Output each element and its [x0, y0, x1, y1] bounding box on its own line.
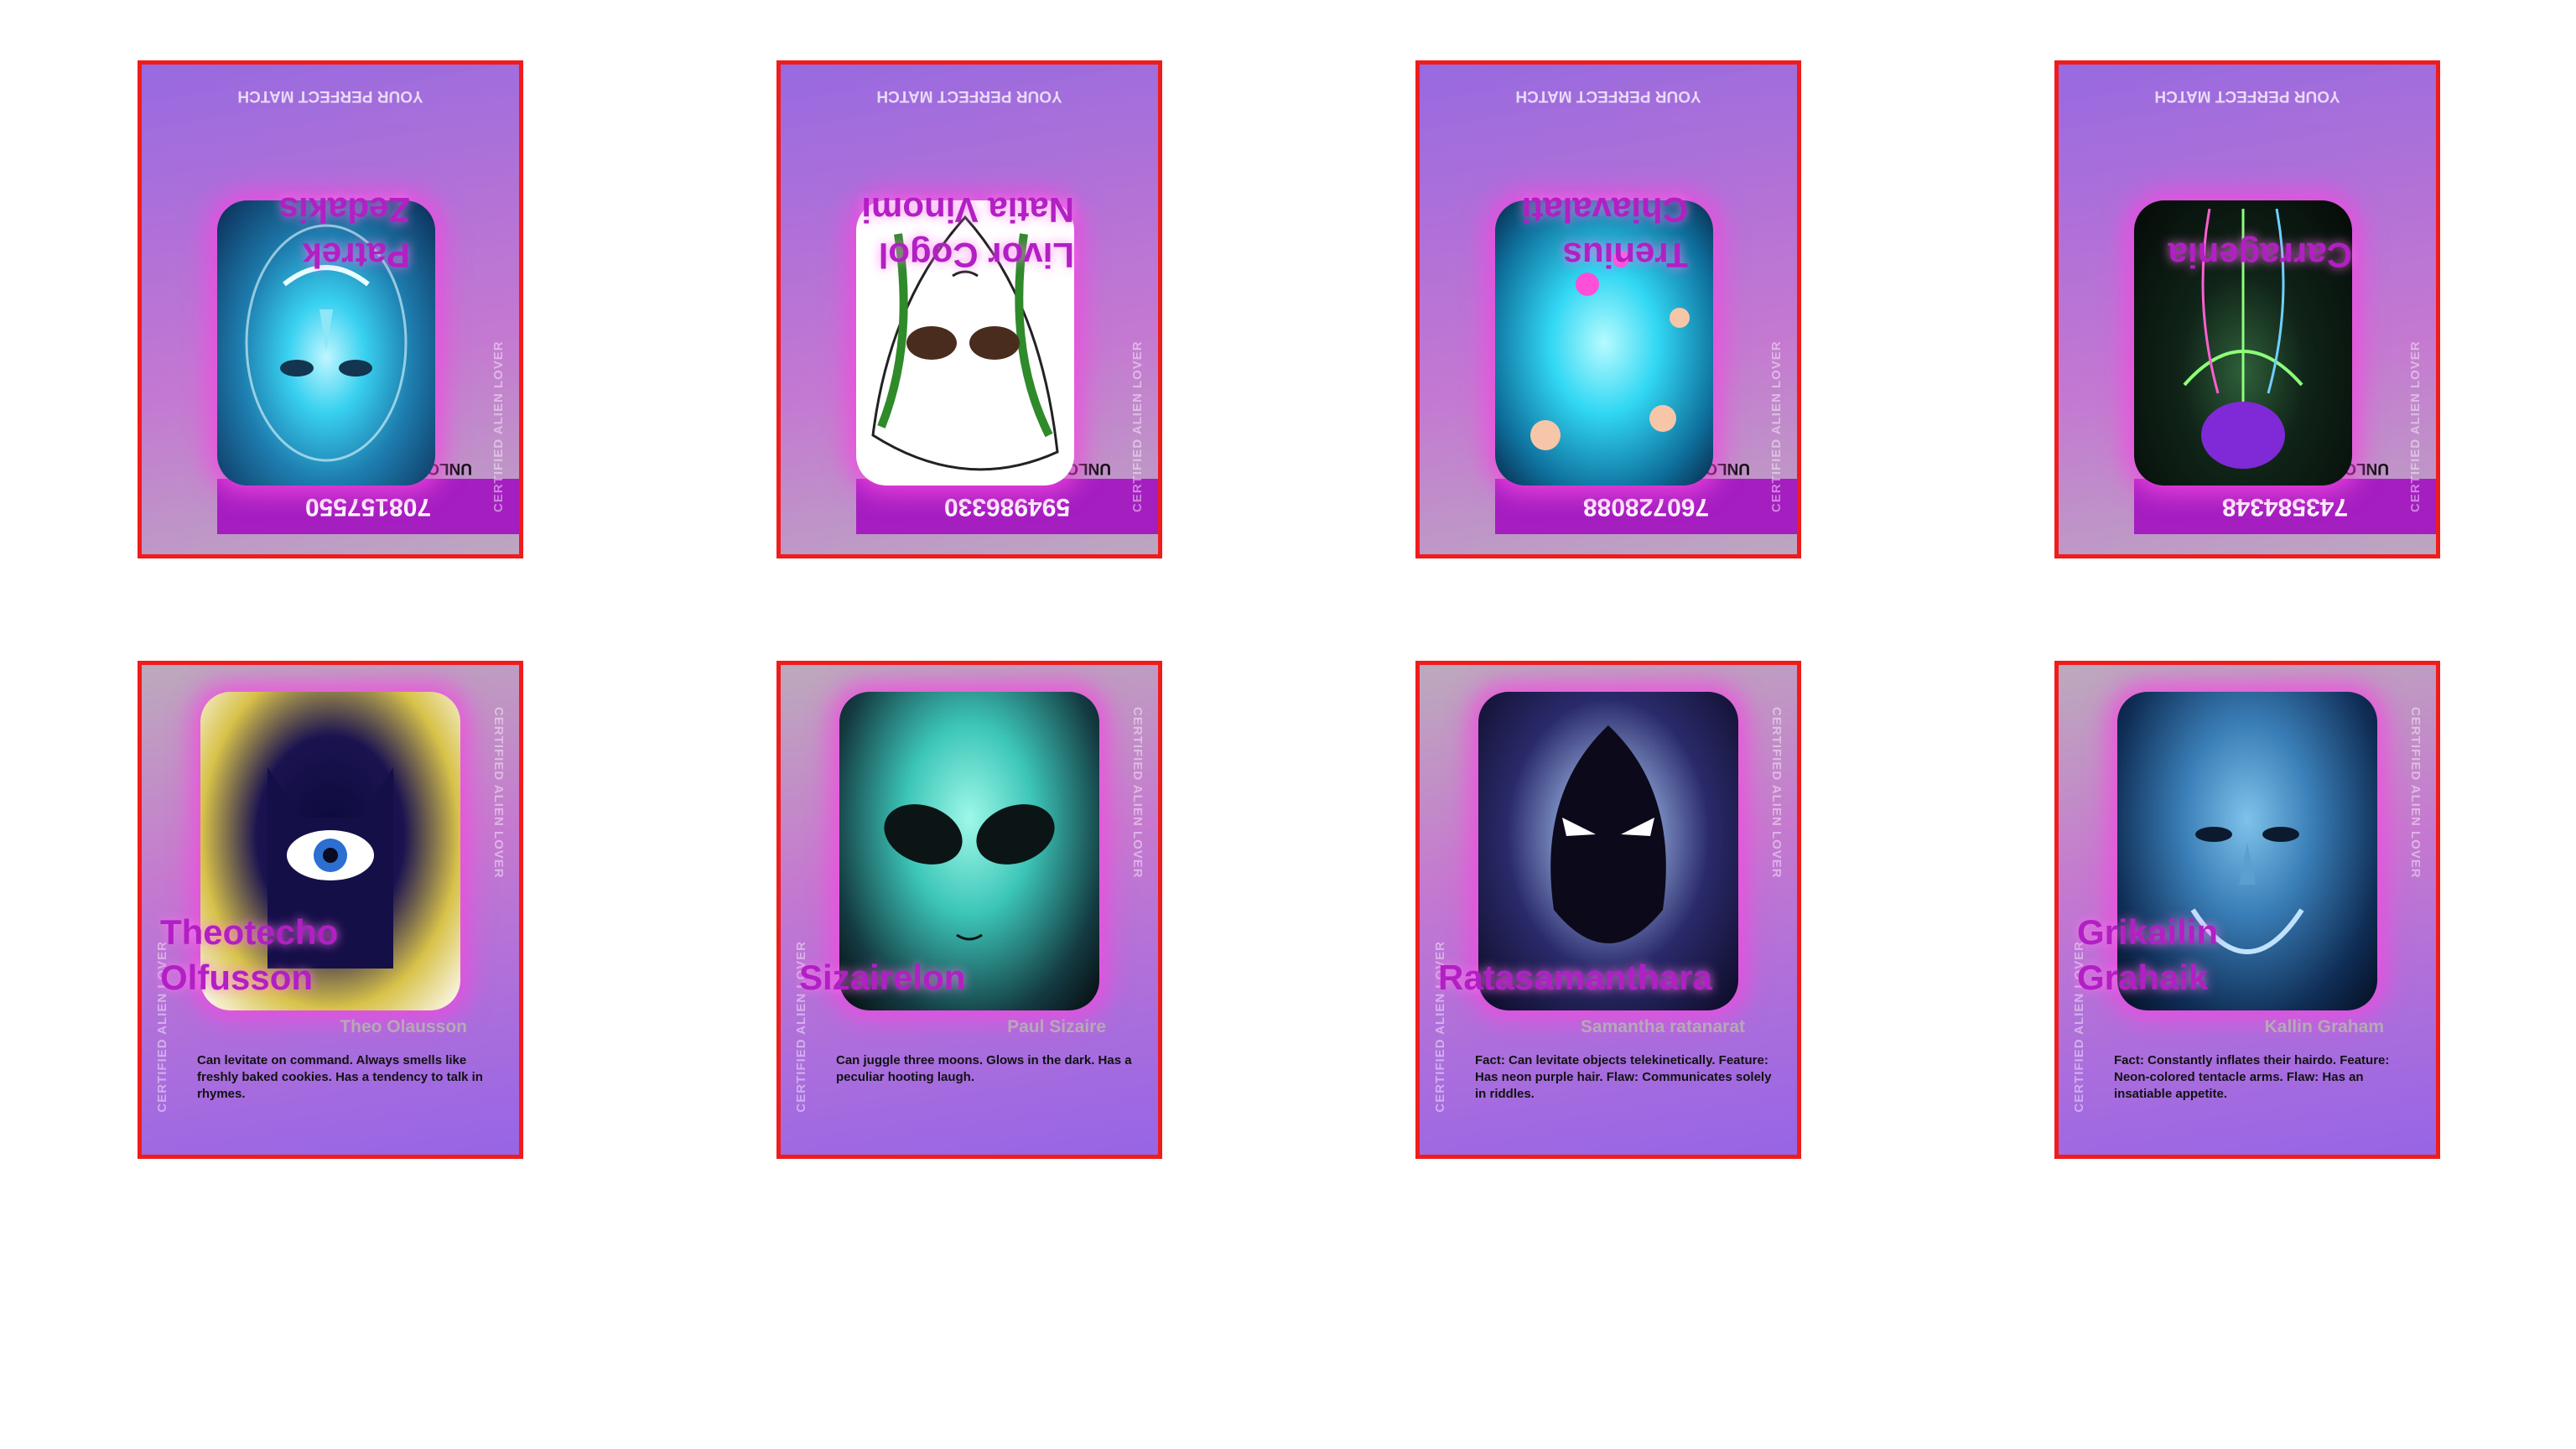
certified-label: CERTIFIED ALIEN LOVER	[491, 340, 506, 512]
card-id-bar: 708157550	[217, 479, 519, 534]
alien-card-back[interactable]: 760728088 UNLOCK YOUR LOVE CERTIFIED ALI…	[1353, 60, 1872, 558]
alien-name: Grikailin Grahaik	[2077, 910, 2218, 1000]
card-front-content: CERTIFIED ALIEN LOVER CERTIFIED ALIEN LO…	[2059, 665, 2436, 1155]
card-back-content: 743584348 UNLOCK YOUR LOVE CERTIFIED ALI…	[2059, 65, 2436, 554]
certified-label: CERTIFIED ALIEN LOVER	[1130, 707, 1145, 879]
card-back-content: 760728088 UNLOCK YOUR LOVE CERTIFIED ALI…	[1420, 65, 1797, 554]
alien-name-line2: Zedakis	[278, 190, 410, 230]
card-id-bar: 760728088	[1495, 479, 1797, 534]
alien-description: Fact: Can levitate objects telekinetical…	[1475, 1053, 1772, 1101]
alien-name-line2: Sizairelon	[799, 958, 966, 997]
alien-name-line2: Grahaik	[2077, 958, 2209, 997]
alien-card-back[interactable]: 594986330 UNLOCK YOUR LOVE CERTIFIED ALI…	[714, 60, 1233, 558]
alien-name: Ratasamanthara	[1438, 955, 1712, 1000]
alien-name-line1: Grikailin	[2077, 912, 2219, 952]
perfect-match-label: YOUR PERFECT MATCH	[876, 87, 1062, 105]
card-gallery: 708157550 UNLOCK YOUR LOVE CERTIFIED ALI…	[0, 0, 2576, 1449]
real-name: Samantha ratanarat	[1580, 1017, 1745, 1036]
perfect-match-label: YOUR PERFECT MATCH	[2154, 87, 2340, 105]
alien-card-back[interactable]: 708157550 UNLOCK YOUR LOVE CERTIFIED ALI…	[75, 60, 595, 558]
alien-name: Livor Cogol Natia Vinomi	[861, 187, 1074, 278]
alien-name: Trenius Chiavalati	[1522, 187, 1688, 278]
alien-description: Fact: Constantly inflates their hairdo. …	[2114, 1053, 2390, 1101]
certified-label: CERTIFIED ALIEN LOVER	[1769, 340, 1784, 512]
alien-name-line2: Carragenia	[2168, 236, 2352, 275]
card-id-bar: 743584348	[2134, 479, 2436, 534]
card-id-bar: 594986330	[856, 479, 1158, 534]
certified-label: CERTIFIED ALIEN LOVER	[491, 707, 506, 879]
alien-description: Can levitate on command. Always smells l…	[197, 1053, 483, 1101]
real-name: Kallin Graham	[2264, 1017, 2384, 1036]
card-back-content: 708157550 UNLOCK YOUR LOVE CERTIFIED ALI…	[142, 65, 519, 554]
certified-label: CERTIFIED ALIEN LOVER	[1769, 707, 1784, 879]
alien-name: Sizairelon	[799, 955, 965, 1000]
alien-name-line2: Chiavalati	[1521, 190, 1688, 230]
alien-card-front[interactable]: CERTIFIED ALIEN LOVER CERTIFIED ALIEN LO…	[714, 661, 1233, 1159]
alien-card-back[interactable]: 743584348 UNLOCK YOUR LOVE CERTIFIED ALI…	[1992, 60, 2511, 558]
real-name: Paul Sizaire	[1007, 1017, 1106, 1036]
card-front-content: CERTIFIED ALIEN LOVER CERTIFIED ALIEN LO…	[1420, 665, 1797, 1155]
card-back-content: 594986330 UNLOCK YOUR LOVE CERTIFIED ALI…	[781, 65, 1158, 554]
alien-card-front[interactable]: CERTIFIED ALIEN LOVER CERTIFIED ALIEN LO…	[1992, 661, 2511, 1159]
alien-card-front[interactable]: CERTIFIED ALIEN LOVER CERTIFIED ALIEN LO…	[75, 661, 595, 1159]
alien-card-front[interactable]: CERTIFIED ALIEN LOVER CERTIFIED ALIEN LO…	[1353, 661, 1872, 1159]
perfect-match-label: YOUR PERFECT MATCH	[237, 87, 423, 105]
card-front-content: CERTIFIED ALIEN LOVER CERTIFIED ALIEN LO…	[781, 665, 1158, 1155]
alien-name: Theotecho Olfusson	[160, 910, 338, 1000]
certified-label: CERTIFIED ALIEN LOVER	[2408, 340, 2423, 512]
alien-name-line2: Natia Vinomi	[861, 190, 1074, 230]
alien-name-line1: Theotecho	[160, 912, 339, 952]
alien-name-line1: Livor Cogol	[878, 236, 1074, 275]
perfect-match-label: YOUR PERFECT MATCH	[1515, 87, 1701, 105]
alien-name: Carragenia	[2168, 232, 2352, 278]
alien-name-line2: Ratasamanthara	[1438, 958, 1712, 997]
real-name: Theo Olausson	[340, 1017, 467, 1036]
certified-label: CERTIFIED ALIEN LOVER	[2408, 707, 2423, 879]
alien-name: Patrek Zedakis	[279, 187, 410, 278]
certified-label: CERTIFIED ALIEN LOVER	[1130, 340, 1145, 512]
alien-description: Can juggle three moons. Glows in the dar…	[836, 1053, 1132, 1084]
alien-name-line1: Trenius	[1562, 236, 1688, 275]
alien-name-line2: Olfusson	[160, 958, 314, 997]
card-front-content: CERTIFIED ALIEN LOVER CERTIFIED ALIEN LO…	[142, 665, 519, 1155]
alien-name-line1: Patrek	[302, 236, 410, 275]
